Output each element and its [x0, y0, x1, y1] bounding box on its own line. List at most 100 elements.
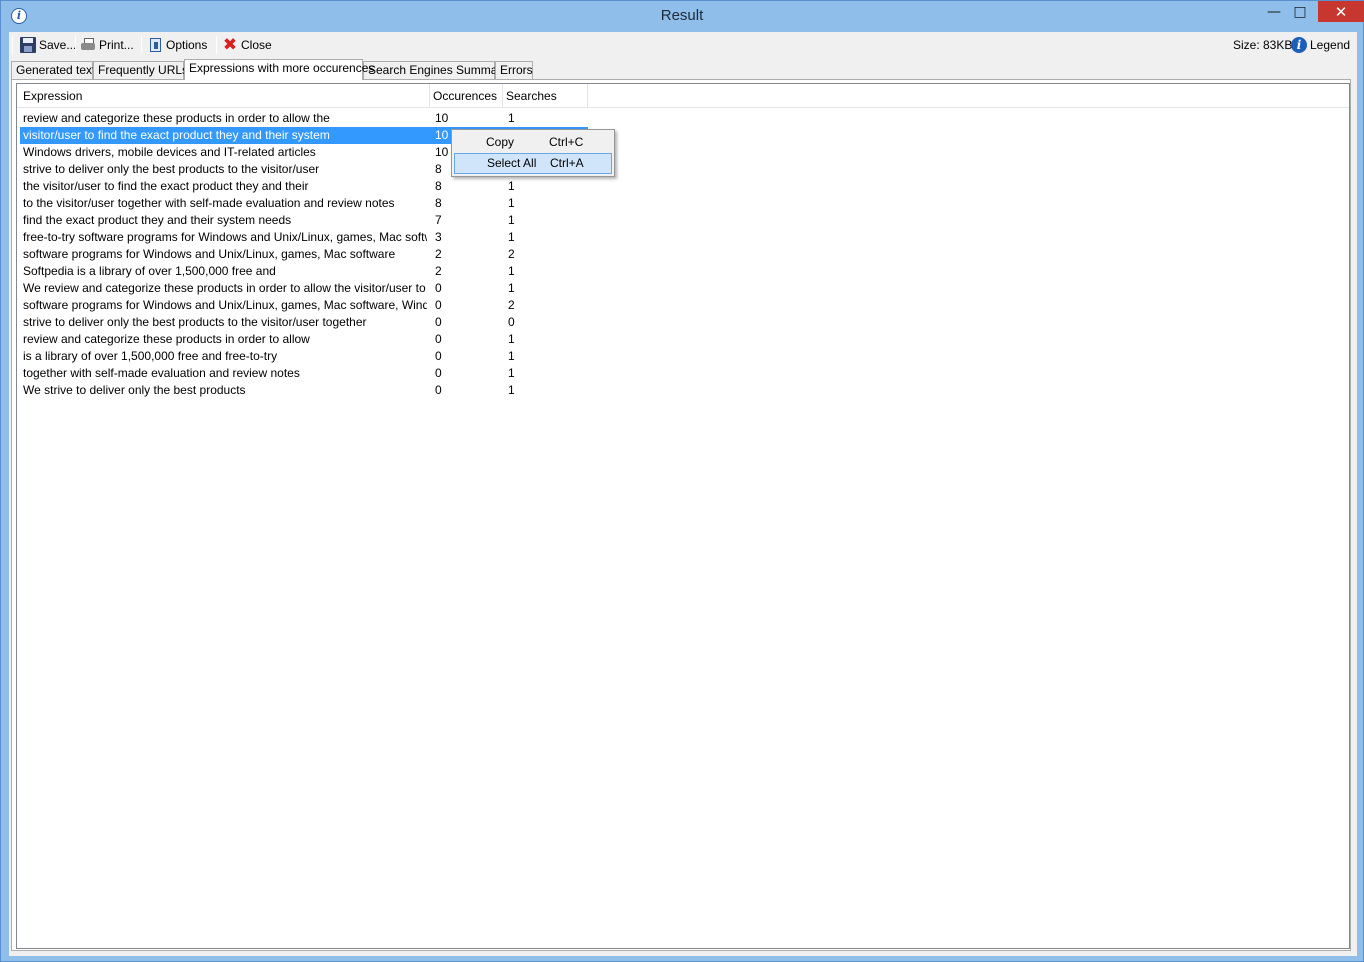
table-row[interactable]: to the visitor/user together with self-m… [17, 195, 1349, 212]
cell-expression: We strive to deliver only the best produ… [23, 383, 246, 397]
options-icon [150, 38, 161, 52]
close-label: Close [241, 38, 272, 52]
menu-item-shortcut: Ctrl+C [549, 135, 584, 149]
floppy-disk-icon [20, 37, 36, 53]
close-button[interactable]: ✖ Close [222, 35, 272, 55]
cell-searches: 1 [508, 366, 515, 380]
table-row[interactable]: together with self-made evaluation and r… [17, 365, 1349, 382]
cell-searches: 1 [508, 230, 515, 244]
cell-searches: 2 [508, 298, 515, 312]
table-row[interactable]: Windows drivers, mobile devices and IT-r… [17, 144, 1349, 161]
table-row[interactable]: is a library of over 1,500,000 free and … [17, 348, 1349, 365]
table-row[interactable]: review and categorize these products in … [17, 331, 1349, 348]
cell-occurences: 0 [435, 281, 442, 295]
cell-expression: find the exact product they and their sy… [23, 213, 292, 227]
cell-occurences: 2 [435, 264, 442, 278]
cell-expression: review and categorize these products in … [23, 332, 310, 346]
table-row[interactable]: We strive to deliver only the best produ… [17, 382, 1349, 399]
menu-item-label: Select All [487, 156, 537, 170]
cell-occurences: 0 [435, 332, 442, 346]
cell-expression: strive to deliver only the best products… [23, 315, 367, 329]
tab-expressions[interactable]: Expressions with more occurences [184, 59, 374, 80]
legend-label: Legend [1310, 38, 1351, 52]
cell-occurences: 3 [435, 230, 442, 244]
cell-expression: software programs for Windows and Unix/L… [23, 247, 396, 261]
options-button[interactable]: Options [148, 35, 207, 55]
table-row[interactable]: We review and categorize these products … [17, 280, 1349, 297]
table-row[interactable]: strive to deliver only the best products… [17, 314, 1349, 331]
cell-searches: 0 [508, 315, 515, 329]
cell-searches: 2 [508, 247, 515, 261]
save-button[interactable]: Save... [20, 35, 76, 55]
close-window-button[interactable]: ✕ [1318, 1, 1364, 22]
cell-occurences: 2 [435, 247, 442, 261]
toolbar-separator [216, 36, 217, 54]
expressions-list[interactable]: Expression Occurences Searches review an… [16, 83, 1350, 949]
cell-occurences: 0 [435, 315, 442, 329]
options-label: Options [166, 38, 208, 52]
column-header-searches[interactable]: Searches [503, 84, 588, 108]
cell-expression: strive to deliver only the best products… [23, 162, 320, 176]
info-icon: i [1291, 37, 1307, 53]
table-row[interactable]: software programs for Windows and Unix/L… [17, 297, 1349, 314]
cell-expression: visitor/user to find the exact product t… [23, 128, 330, 142]
tab-errors[interactable]: Errors [495, 61, 533, 79]
table-row[interactable]: the visitor/user to find the exact produ… [17, 178, 1349, 195]
cell-expression: to the visitor/user together with self-m… [23, 196, 395, 210]
legend-button[interactable]: i Legend [1291, 35, 1350, 55]
cell-searches: 1 [508, 213, 515, 227]
cell-occurences: 10 [435, 111, 449, 125]
window-title: Result [660, 7, 704, 24]
print-button[interactable]: Print... [80, 35, 134, 55]
client-area: Save... Print... Options ✖ Close Size: 8… [9, 32, 1357, 956]
cell-expression: together with self-made evaluation and r… [23, 366, 300, 380]
menu-item-label: Copy [486, 135, 515, 149]
size-label: Size: 83KB [1233, 38, 1293, 52]
toolbar: Save... Print... Options ✖ Close Size: 8… [9, 32, 1357, 58]
cell-occurences: 0 [435, 298, 442, 312]
table-row[interactable]: review and categorize these products in … [17, 110, 1349, 127]
cell-expression: Softpedia is a library of over 1,500,000… [23, 264, 276, 278]
cell-searches: 1 [508, 264, 515, 278]
cell-expression: review and categorize these products in … [23, 111, 330, 125]
table-row[interactable]: visitor/user to find the exact product t… [17, 127, 1349, 144]
table-row[interactable]: Softpedia is a library of over 1,500,000… [17, 263, 1349, 280]
cell-occurences: 0 [435, 366, 442, 380]
title-bar[interactable]: i Result — □ ✕ [1, 1, 1364, 31]
table-row[interactable]: free-to-try software programs for Window… [17, 229, 1349, 246]
cell-searches: 1 [508, 349, 515, 363]
cell-expression: software programs for Windows and Unix/L… [23, 298, 427, 312]
maximize-button[interactable]: □ [1283, 1, 1317, 23]
cell-expression: We review and categorize these products … [23, 281, 426, 295]
menu-item-copy[interactable]: Copy Ctrl+C [454, 132, 612, 153]
column-header-occurences[interactable]: Occurences [430, 84, 503, 108]
cell-occurences: 8 [435, 179, 442, 193]
table-row[interactable]: software programs for Windows and Unix/L… [17, 246, 1349, 263]
table-row[interactable]: strive to deliver only the best products… [17, 161, 1349, 178]
context-menu: Copy Ctrl+C Select All Ctrl+A [451, 129, 615, 177]
toolbar-separator [75, 36, 76, 54]
red-x-icon: ✖ [222, 35, 238, 55]
cell-occurences: 0 [435, 349, 442, 363]
cell-occurences: 0 [435, 383, 442, 397]
cell-expression: is a library of over 1,500,000 free and … [23, 349, 278, 363]
save-label: Save... [39, 38, 77, 52]
tab-search-engines-summary[interactable]: Search Engines Summary [363, 61, 507, 79]
cell-searches: 1 [508, 281, 515, 295]
menu-item-select-all[interactable]: Select All Ctrl+A [454, 153, 612, 174]
list-rows: review and categorize these products in … [17, 110, 1349, 399]
cell-searches: 1 [508, 196, 515, 210]
cell-expression: free-to-try software programs for Window… [23, 230, 427, 244]
toolbar-grip [12, 36, 13, 54]
table-row[interactable]: find the exact product they and their sy… [17, 212, 1349, 229]
list-header: Expression Occurences Searches [17, 84, 1349, 108]
cell-searches: 1 [508, 383, 515, 397]
cell-searches: 1 [508, 179, 515, 193]
tab-generated-text[interactable]: Generated text [11, 61, 95, 79]
toolbar-separator [141, 36, 142, 54]
tab-frequently-urls[interactable]: Frequently URLs [93, 61, 188, 79]
cell-occurences: 7 [435, 213, 442, 227]
cell-expression: the visitor/user to find the exact produ… [23, 179, 309, 193]
column-header-expression[interactable]: Expression [20, 84, 430, 108]
result-window: i Result — □ ✕ Save... Print... Options [0, 0, 1364, 962]
